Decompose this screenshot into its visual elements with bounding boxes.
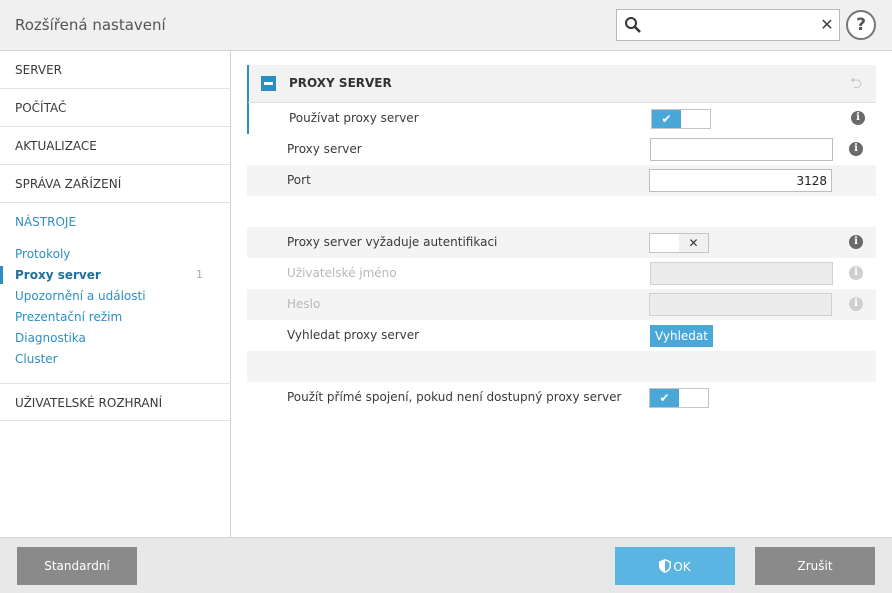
help-icon[interactable]: ? — [846, 10, 876, 40]
ok-button[interactable]: OK — [615, 547, 735, 585]
sidebar-item-device-management[interactable]: SPRÁVA ZAŘÍZENÍ — [0, 165, 230, 203]
sidebar-subitem-diagnostics[interactable]: Diagnostika — [15, 329, 86, 347]
setting-row-proxy-server: Proxy server i — [247, 134, 876, 165]
detect-proxy-button[interactable]: Vyhledat — [650, 325, 713, 347]
setting-label: Používat proxy server — [289, 111, 419, 125]
info-icon: i — [849, 297, 863, 311]
setting-label: Proxy server — [287, 142, 362, 156]
footer: Standardní OK Zrušit — [0, 537, 892, 593]
setting-label: Vyhledat proxy server — [287, 328, 420, 342]
info-icon[interactable]: i — [851, 111, 865, 125]
sidebar-subitem-notifications[interactable]: Upozornění a události — [15, 287, 146, 305]
sidebar-subitem-presentation-mode[interactable]: Prezentační režim — [15, 308, 122, 326]
spacer-row — [247, 351, 876, 382]
search-input[interactable] — [647, 14, 815, 36]
setting-row-detect-proxy: Vyhledat proxy server Vyhledat — [247, 320, 876, 351]
sidebar: SERVER POČÍTAČ AKTUALIZACE SPRÁVA ZAŘÍZE… — [0, 51, 231, 537]
sidebar-item-computer[interactable]: POČÍTAČ — [0, 89, 230, 127]
sidebar-subitem-proxy-server[interactable]: Proxy server — [15, 266, 101, 284]
info-icon[interactable]: i — [849, 235, 863, 249]
search-box[interactable]: ✕ — [616, 9, 840, 41]
requires-auth-toggle[interactable]: ✕ — [649, 233, 709, 253]
check-icon: ✔ — [652, 110, 681, 128]
sidebar-item-update[interactable]: AKTUALIZACE — [0, 127, 230, 165]
sidebar-subitem-logs[interactable]: Protokoly — [15, 245, 70, 263]
search-icon — [625, 17, 641, 33]
spacer-row — [247, 196, 876, 227]
ok-button-label: OK — [673, 559, 691, 574]
cancel-button[interactable]: Zrušit — [755, 547, 875, 585]
collapse-icon[interactable] — [261, 76, 276, 91]
proxy-server-field[interactable] — [650, 138, 833, 161]
info-icon: i — [849, 266, 863, 280]
sidebar-item-server[interactable]: SERVER — [0, 51, 230, 89]
setting-label: Uživatelské jméno — [287, 266, 397, 280]
close-icon[interactable]: ✕ — [819, 16, 835, 34]
setting-row-port: Port — [247, 165, 876, 196]
title-bar: Rozšířená nastavení ✕ ? — [0, 0, 892, 51]
setting-label: Použít přímé spojení, pokud není dostupn… — [287, 390, 622, 404]
window-title: Rozšířená nastavení — [15, 16, 166, 34]
direct-connection-toggle[interactable]: ✔ — [649, 388, 709, 408]
password-field — [649, 293, 832, 316]
setting-label: Proxy server vyžaduje autentifikaci — [287, 235, 498, 249]
sidebar-subitem-count: 1 — [196, 268, 203, 281]
sidebar-subitem-cluster[interactable]: Cluster — [15, 350, 58, 368]
setting-row-direct-connection: Použít přímé spojení, pokud není dostupn… — [247, 382, 876, 413]
setting-row-use-proxy: Používat proxy server ✔ i — [247, 103, 876, 134]
revert-icon[interactable]: ⮌ — [850, 75, 866, 91]
sidebar-item-tools[interactable]: NÁSTROJE — [0, 203, 230, 241]
settings-content: PROXY SERVER ⮌ Používat proxy server ✔ i… — [231, 51, 892, 537]
setting-label: Port — [287, 173, 311, 187]
setting-row-requires-auth: Proxy server vyžaduje autentifikaci ✕ i — [247, 227, 876, 258]
default-button[interactable]: Standardní — [17, 547, 137, 585]
check-icon: ✔ — [650, 389, 679, 407]
sidebar-item-user-interface[interactable]: UŽIVATELSKÉ ROZHRANÍ — [0, 383, 230, 421]
info-icon[interactable]: i — [849, 142, 863, 156]
username-field — [650, 262, 833, 285]
setting-row-username: Uživatelské jméno i — [247, 258, 876, 289]
section-title: PROXY SERVER — [289, 76, 392, 90]
use-proxy-toggle[interactable]: ✔ — [651, 109, 711, 129]
close-icon: ✕ — [679, 234, 708, 252]
shield-icon — [659, 558, 672, 573]
section-header[interactable]: PROXY SERVER ⮌ — [247, 65, 876, 103]
active-item-marker — [0, 266, 3, 284]
setting-label: Heslo — [287, 297, 321, 311]
port-field[interactable] — [649, 169, 832, 192]
setting-row-password: Heslo i — [247, 289, 876, 320]
